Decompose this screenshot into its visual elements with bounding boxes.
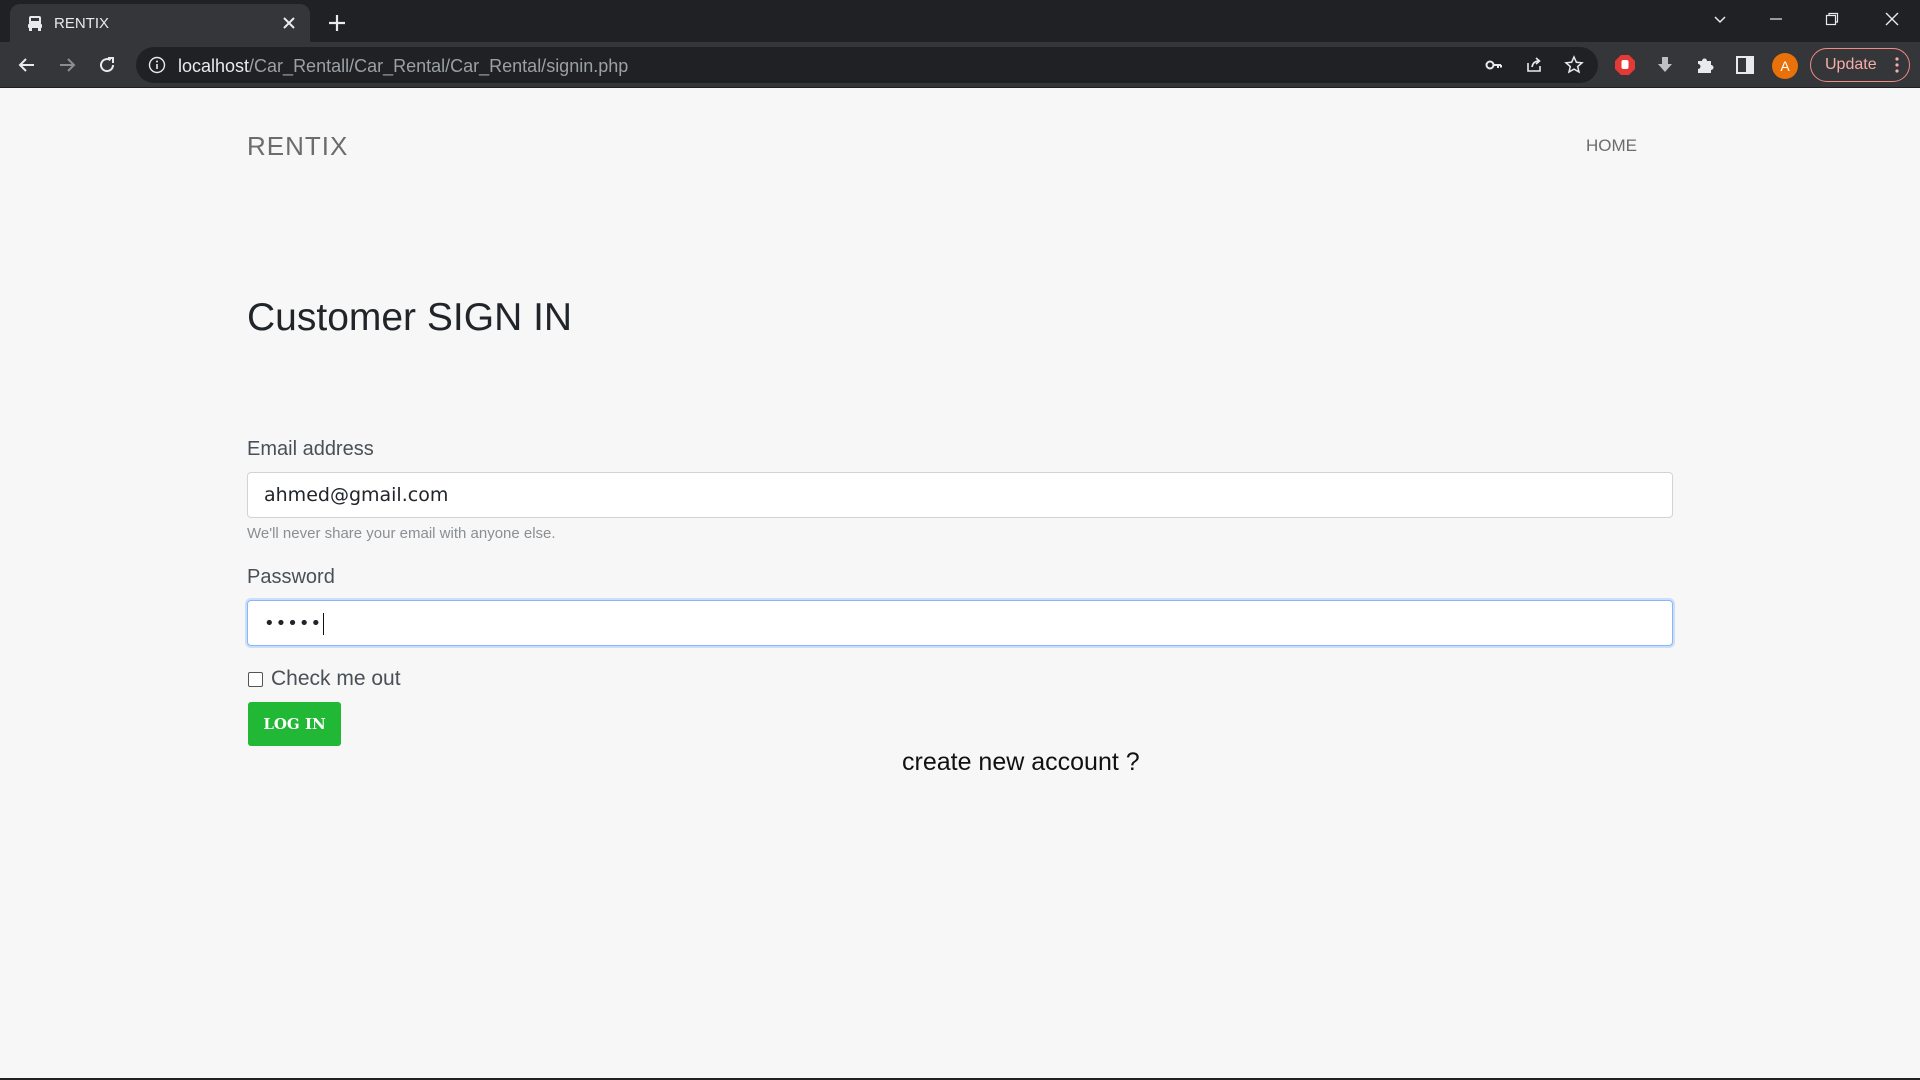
remember-row: Check me out (248, 667, 401, 691)
site-brand[interactable]: RENTIX (247, 131, 348, 162)
forward-button[interactable] (54, 52, 80, 78)
reload-button[interactable] (94, 52, 120, 78)
url-text[interactable]: localhost/Car_Rentall/Car_Rental/Car_Ren… (178, 56, 628, 77)
check-me-out-label[interactable]: Check me out (271, 667, 401, 691)
share-icon[interactable] (1524, 55, 1544, 75)
password-field[interactable]: ••••• (247, 600, 1673, 646)
restore-button[interactable] (1804, 0, 1860, 38)
forward-arrow-icon (60, 58, 76, 72)
close-icon (1885, 12, 1899, 26)
password-masked-value: ••••• (264, 613, 323, 634)
restore-icon (1825, 12, 1839, 26)
check-me-out-checkbox[interactable] (248, 671, 263, 687)
update-label: Update (1825, 56, 1877, 73)
text-caret (323, 612, 325, 635)
minimize-button[interactable] (1748, 0, 1804, 38)
url-host: localhost (178, 56, 250, 76)
more-vert-icon (1895, 57, 1899, 73)
tab-search-button[interactable] (1692, 0, 1748, 38)
adblock-extension-icon[interactable] (1614, 54, 1636, 76)
chevron-down-icon (1714, 16, 1726, 24)
close-tab-icon[interactable] (280, 14, 298, 32)
tab-title: RENTIX (54, 15, 110, 32)
create-account-link[interactable]: create new account ? (902, 748, 1140, 777)
new-tab-icon[interactable] (324, 10, 350, 36)
email-value: ahmed@gmail.com (264, 484, 449, 506)
minimize-icon (1770, 18, 1782, 20)
tab-strip: RENTIX (0, 0, 1920, 42)
download-extension-icon[interactable] (1654, 54, 1676, 76)
nav-home-link[interactable]: HOME (1586, 136, 1637, 156)
extensions-puzzle-icon[interactable] (1694, 54, 1716, 76)
key-icon[interactable] (1484, 55, 1504, 75)
login-button[interactable]: LOG IN (248, 702, 341, 746)
browser-toolbar: localhost/Car_Rentall/Car_Rental/Car_Ren… (0, 42, 1920, 88)
info-icon[interactable] (148, 56, 166, 74)
profile-avatar[interactable]: A (1772, 53, 1798, 79)
back-arrow-icon (18, 58, 34, 72)
back-button[interactable] (14, 52, 40, 78)
close-window-button[interactable] (1864, 0, 1920, 38)
email-help-text: We'll never share your email with anyone… (247, 525, 556, 542)
update-button[interactable]: Update (1810, 48, 1910, 82)
star-icon[interactable] (1564, 55, 1584, 75)
url-path: /Car_Rentall/Car_Rental/Car_Rental/signi… (249, 56, 629, 76)
browser-tab[interactable]: RENTIX (10, 4, 310, 42)
side-panel-icon[interactable] (1734, 54, 1756, 76)
reload-icon (100, 57, 115, 73)
email-label: Email address (247, 438, 374, 460)
page-title: Customer SIGN IN (247, 296, 573, 339)
address-bar[interactable]: localhost/Car_Rentall/Car_Rental/Car_Ren… (136, 47, 1598, 83)
car-favicon-icon (28, 16, 42, 31)
email-field[interactable]: ahmed@gmail.com (247, 472, 1673, 518)
password-label: Password (247, 566, 335, 588)
